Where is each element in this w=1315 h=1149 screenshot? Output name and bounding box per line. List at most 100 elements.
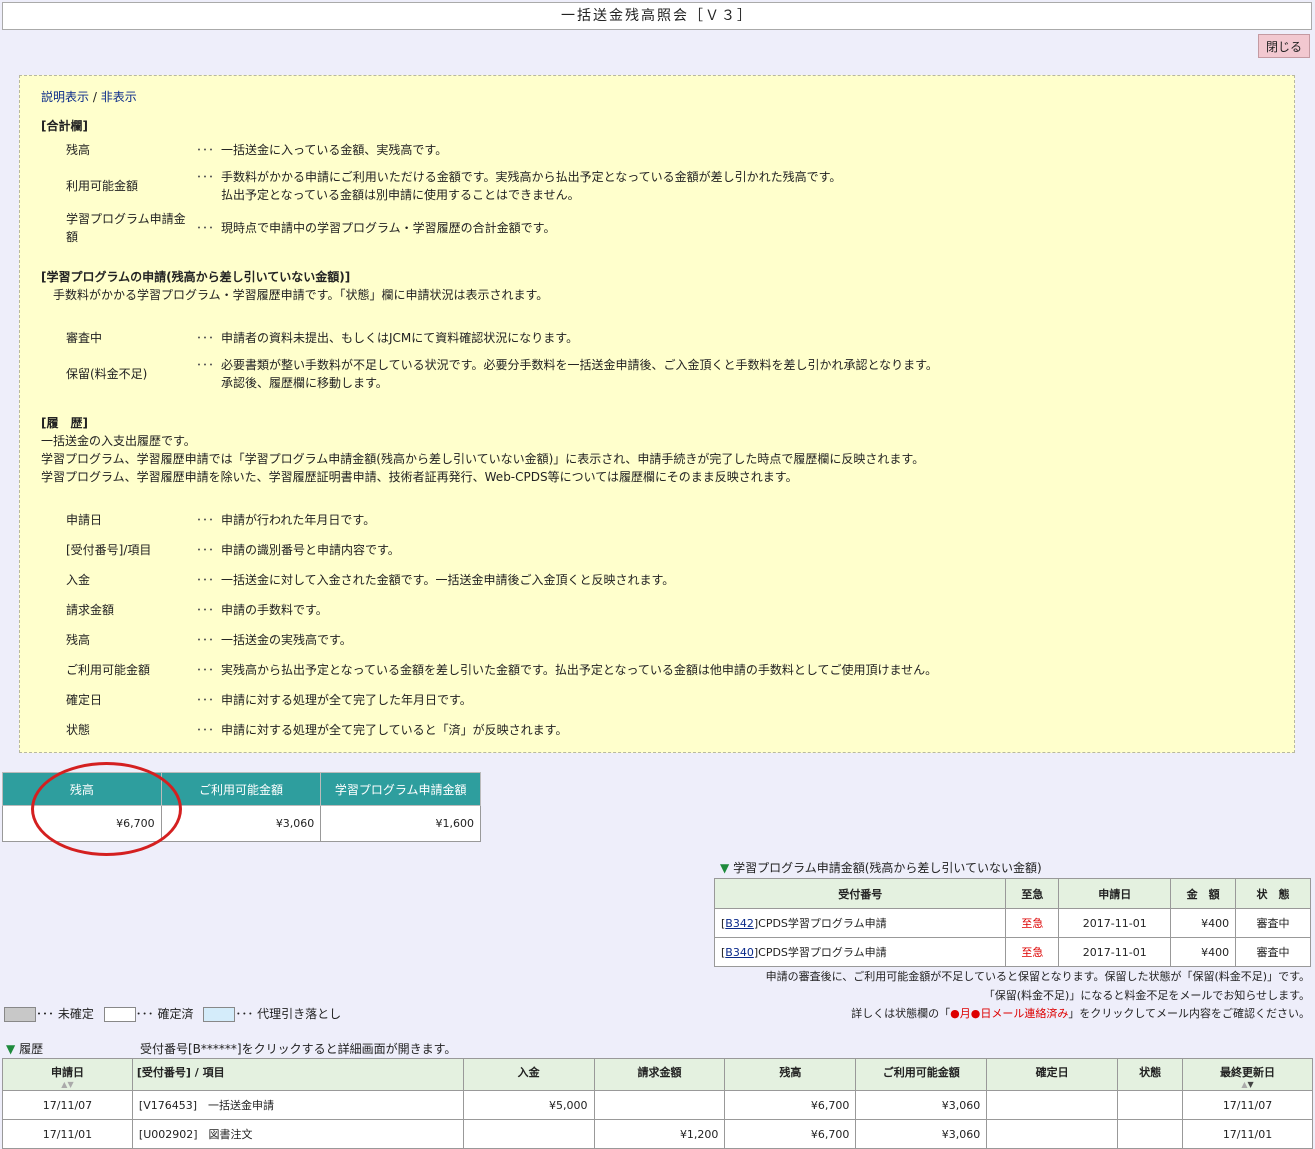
col-apply-date[interactable]: 申請日 ▲▼ [2,1058,133,1091]
close-button[interactable]: 閉じる [1258,34,1310,58]
help-desc: 払出予定となっている金額は別申請に使用することはできません。 [221,188,580,202]
table-row: [B342]CPDS学習プログラム申請 至急 2017-11-01 ¥400 審… [713,908,1311,938]
help-term: 申請日 [66,513,103,527]
help-term: 入金 [66,573,91,587]
balance-cell: ¥6,700 [724,1090,857,1120]
help-term: 状態 [66,723,91,737]
sort-arrows-icon[interactable]: ▲▼ [4,1080,131,1089]
date-cell: 17/11/01 [2,1119,133,1149]
program-title-text: 学習プログラム申請金額(残高から差し引いていない金額) [733,861,1042,875]
help-dots: ･･･ [196,573,215,587]
help-desc: 一括送金に対して入金された金額です。一括送金申請後ご入金頂くと反映されます。 [221,573,675,587]
help-term: 学習プログラム申請金 [66,212,186,226]
status-cell: 審査中 [1235,908,1311,938]
col-deposit: 入金 [462,1058,595,1091]
program-sub: 手数料がかかる学習プログラム・学習履歴申請です。「状態」欄に申請状況は表示されま… [53,288,549,302]
help-dots: ･･･ [196,543,215,557]
help-desc: 申請の手数料です。 [221,603,328,617]
help-term: 額 [66,230,79,244]
mail-sent-text: ●月●日メール連絡済み [950,1007,1069,1020]
deposit-cell: ¥5,000 [462,1090,595,1120]
item-cell: [U002902] 図書注文 [131,1119,464,1149]
summary-program-value: ¥1,600 [320,805,481,842]
program-note: 「保留(料金不足)」になると料金不足をメールでお知らせします。 [983,989,1310,1002]
help-term: 保留(料金不足) [66,367,148,381]
triangle-down-icon: ▼ [720,861,730,875]
help-term: 請求金額 [66,603,115,617]
col-charge: 請求金額 [593,1058,726,1091]
receipt-link[interactable]: B340 [725,946,754,959]
help-show-link[interactable]: 説明表示 [41,90,89,104]
help-term: [受付番号]/項目 [66,543,152,557]
legend-label: ･･･ 確定済 [135,1007,194,1021]
col-label: 最終更新日 [1220,1066,1276,1079]
date-cell: 2017-11-01 [1058,937,1172,967]
legend-swatch-blue [203,1007,236,1022]
col-last-updated[interactable]: 最終更新日 ▲▼ [1182,1058,1313,1091]
receipt-link[interactable]: B342 [725,917,754,930]
note-text: 」をクリックしてメール内容をご確認ください。 [1068,1007,1310,1020]
legend: ･･･ 未確定 ･･･ 確定済 ･･･ 代理引き落とし [4,1005,341,1022]
deposit-cell [462,1119,595,1149]
history-heading: [履 歴] [41,416,88,430]
amount-cell: ¥400 [1170,937,1237,967]
program-table: 受付番号 至急 申請日 金 額 状 態 [B342]CPDS学習プログラム申請 … [713,878,1311,967]
legend-label: ･･･ 未確定 [36,1007,94,1021]
sort-arrows-icon[interactable]: ▲▼ [1184,1080,1311,1089]
help-dots: ･･･ [196,358,215,372]
col-amount: 金 額 [1170,878,1237,909]
help-term: 残高 [66,143,91,157]
program-heading: [学習プログラムの申請(残高から差し引いていない金額)] [41,270,351,284]
help-panel: 説明表示 / 非表示 [合計欄] 残高 ･･･ 一括送金に入っている金額、実残高… [19,75,1295,753]
available-cell: ¥3,060 [855,1090,988,1120]
help-term: ご利用可能金額 [66,663,151,677]
col-receipt-item: [受付番号] / 項目 [131,1058,464,1091]
history-hint: 受付番号[B******]をクリックすると詳細画面が開きます。 [140,1042,457,1056]
col-apply-date: 申請日 [1058,878,1172,909]
help-desc: 一括送金に入っている金額、実残高です。 [221,143,448,157]
balance-cell: ¥6,700 [724,1119,857,1149]
help-toggle-separator: / [92,90,97,104]
history-table: 申請日 ▲▼ [受付番号] / 項目 入金 請求金額 残高 ご利用可能金額 確定日… [2,1058,1313,1149]
help-desc: 申請に対する処理が全て完了した年月日です。 [221,693,472,707]
window-title: 一括送金残高照会［Ｖ３］ [2,2,1312,30]
urgent-cell: 至急 [1005,937,1060,967]
available-cell: ¥3,060 [855,1119,988,1149]
help-hide-link[interactable]: 非表示 [101,90,137,104]
help-dots: ･･･ [196,221,215,235]
help-desc: 申請者の資料未提出、もしくはJCMにて資料確認状況になります。 [221,331,579,345]
summary-header-program: 学習プログラム申請金額 [320,772,481,806]
col-label: 申請日 [50,1066,84,1079]
status-cell [1117,1090,1184,1120]
col-confirmed-date: 確定日 [986,1058,1119,1091]
table-row: 17/11/01 [U002902] 図書注文 ¥1,200 ¥6,700 ¥3… [2,1119,1313,1149]
col-balance: 残高 [724,1058,857,1091]
program-note: 詳しくは状態欄の「●月●日メール連絡済み」をクリックしてメール内容をご確認くださ… [851,1005,1310,1021]
confirmed-cell [986,1119,1119,1149]
charge-cell: ¥1,200 [593,1119,726,1149]
legend-label: ･･･ 代理引き落とし [235,1007,342,1021]
program-section-title: ▼ 学習プログラム申請金額(残高から差し引いていない金額) [720,859,1042,876]
help-desc: 申請に対する処理が全て完了していると「済」が反映されます。 [221,723,568,737]
history-section-title: ▼ 履歴 [6,1040,43,1057]
summary-available-value: ¥3,060 [160,805,322,842]
status-cell: 審査中 [1235,937,1311,967]
help-term: 審査中 [66,331,103,345]
history-title-text: 履歴 [19,1042,44,1056]
updated-cell: 17/11/01 [1182,1119,1313,1149]
updated-cell: 17/11/07 [1182,1090,1313,1120]
triangle-down-icon: ▼ [6,1042,16,1056]
col-urgent: 至急 [1005,878,1060,909]
receipt-cell: [B342]CPDS学習プログラム申請 [713,908,1007,938]
help-dots: ･･･ [196,513,215,527]
help-desc: 必要書類が整い手数料が不足している状況です。必要分手数料を一括送金申請後、ご入金… [221,358,938,372]
status-cell [1117,1119,1184,1149]
help-dots: ･･･ [196,143,215,157]
help-desc: 実残高から払出予定となっている金額を差し引いた金額です。払出予定となっている金額… [221,663,938,677]
help-desc: 承認後、履歴欄に移動します。 [221,376,388,390]
help-dots: ･･･ [196,693,215,707]
table-row: [B340]CPDS学習プログラム申請 至急 2017-11-01 ¥400 審… [713,937,1311,967]
legend-swatch-gray [4,1007,36,1022]
highlight-circle [31,762,182,856]
program-note: 申請の審査後に、ご利用可能金額が不足していると保留となります。保留した状態が「保… [765,970,1310,983]
